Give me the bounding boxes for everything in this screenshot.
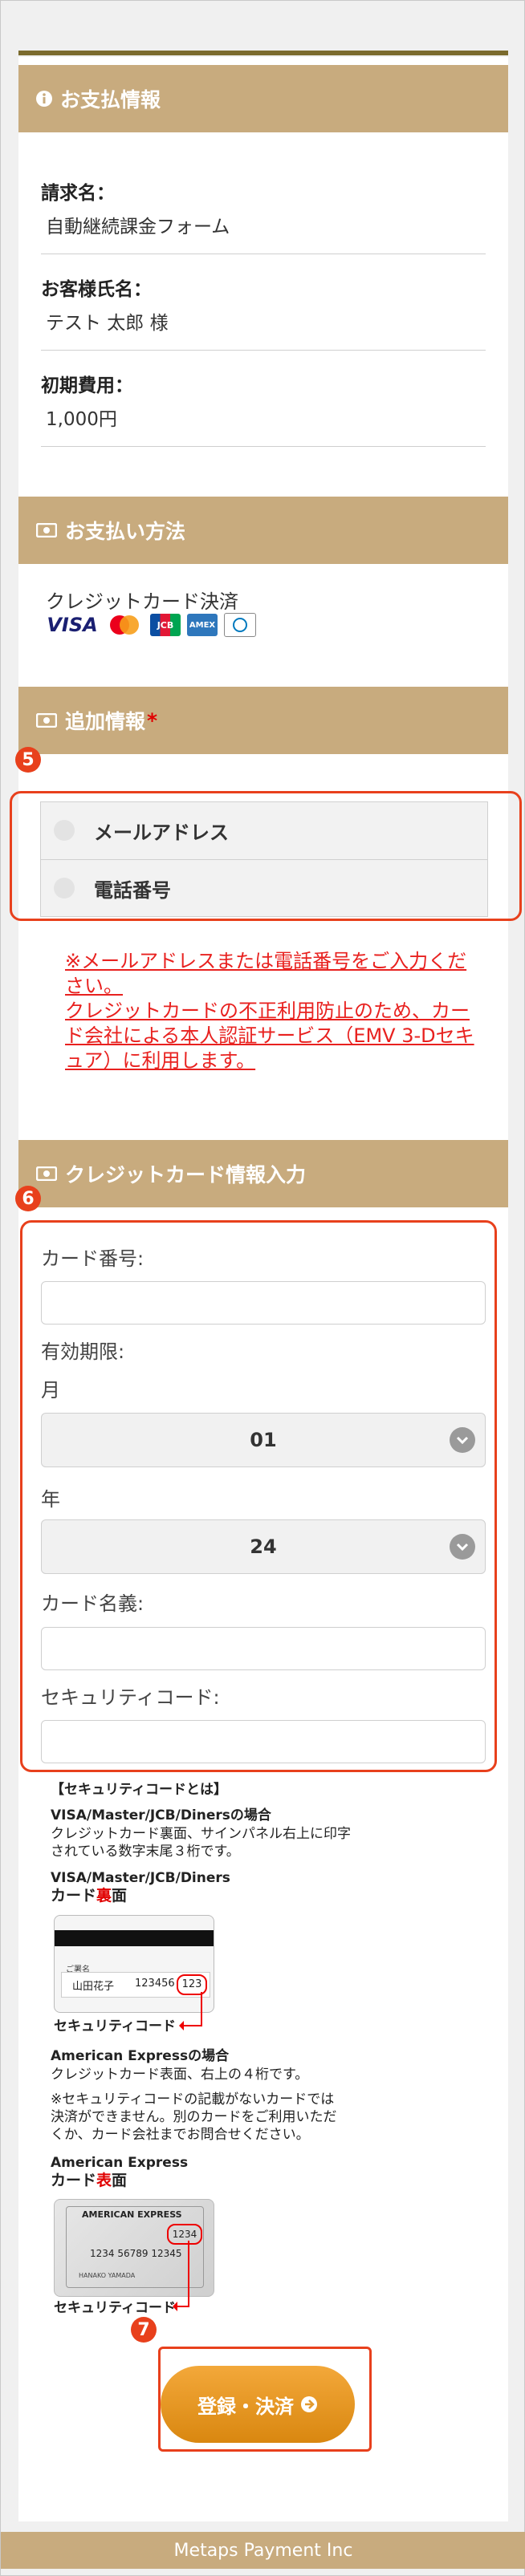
top-accent-bar (18, 51, 508, 55)
magnetic-stripe (55, 1930, 214, 1946)
footer-text: Metaps Payment Inc (173, 2540, 353, 2561)
divider (41, 446, 486, 447)
page-frame: お支払情報 請求名： 自動継続課金フォーム お客様氏名： テスト 太郎 様 初期… (0, 0, 525, 2576)
money-icon (36, 1166, 57, 1181)
notice-line-2: クレジットカードの不正利用防止のため、カード会社による本人認証サービス（EMV … (65, 1000, 474, 1072)
amex-card-holder: HANAKO YAMADA (79, 2272, 136, 2279)
additional-info-header: 追加情報 * (18, 687, 508, 754)
card-brand-logos: VISA JCB AMEX (46, 613, 256, 637)
initial-fee-label: 初期費用： (41, 375, 133, 396)
visa-help-text-1: クレジットカード裏面、サインパネル右上に印字 (51, 1826, 351, 1842)
card-input-header: クレジットカード情報入力 (18, 1140, 508, 1207)
payment-info-header: お支払情報 (18, 65, 508, 132)
required-mark: * (147, 708, 158, 732)
diners-icon (224, 613, 256, 637)
amex-caption: American Express (51, 2155, 189, 2171)
money-icon (36, 713, 57, 728)
payment-method-value: クレジットカード決済 (46, 590, 238, 613)
customer-name-label: お客様氏名： (41, 279, 152, 300)
info-icon (36, 91, 52, 107)
amex-help-heading: American Expressの場合 (51, 2048, 230, 2064)
visa-icon: VISA (47, 614, 98, 636)
amex-note-3: くか、カード会社までお問合せください。 (51, 2127, 310, 2143)
visa-code-caption: セキュリティコード (54, 2018, 176, 2034)
initial-fee-value: 1,000円 (46, 409, 117, 430)
step-5-badge: 5 (15, 747, 41, 773)
contact-notice: ※メールアドレスまたは電話番号をご入力ください。 クレジットカードの不正利用防止… (65, 949, 474, 1073)
visa-help-heading: VISA/Master/JCB/Dinersの場合 (51, 1807, 271, 1823)
card-signature-name: 山田花子 (72, 1981, 115, 1993)
card-input-title: クレジットカード情報入力 (65, 1163, 307, 1187)
step-7-badge: 7 (131, 2317, 157, 2343)
amex-code-caption: セキュリティコード (54, 2300, 176, 2316)
highlight-card-input (20, 1220, 497, 1772)
card-signature-digits: 123456 (135, 1978, 175, 1990)
footer: Metaps Payment Inc (1, 2532, 525, 2569)
additional-info-title: 追加情報 (65, 710, 146, 733)
notice-line-1: ※メールアドレスまたは電話番号をご入力ください。 (65, 950, 467, 997)
mastercard-icon (105, 614, 144, 636)
amex-icon: AMEX (187, 614, 218, 636)
amex-card-brand: AMERICAN EXPRESS (82, 2209, 182, 2220)
highlight-additional-info (10, 791, 522, 921)
payment-method-title: お支払い方法 (65, 520, 186, 543)
billing-name-value: 自動継続課金フォーム (46, 217, 230, 237)
payment-info-title: お支払情報 (60, 88, 161, 112)
code-pointer-arrow (173, 2241, 189, 2311)
step-6-badge: 6 (15, 1186, 41, 1211)
visa-caption: VISA/Master/JCB/Diners (51, 1870, 230, 1886)
jcb-icon: JCB (150, 614, 181, 636)
payment-method-header: お支払い方法 (18, 497, 508, 564)
money-icon (36, 523, 57, 538)
amex-card-number: 1234 56789 12345 (90, 2248, 182, 2259)
visa-card-side: カード裏面 (51, 1887, 128, 1905)
amex-note-2: 決済ができません。別のカードをご利用いただ (51, 2109, 337, 2125)
visa-help-text-2: されている数字末尾３桁です。 (51, 1844, 240, 1860)
amex-help-text: クレジットカード表面、右上の４桁です。 (51, 2067, 309, 2083)
highlight-submit (158, 2347, 372, 2452)
billing-name-label: 請求名： (41, 183, 115, 204)
divider (41, 350, 486, 351)
code-pointer-arrow (179, 1992, 202, 2030)
customer-name-value: テスト 太郎 様 (46, 313, 169, 334)
security-help-title: 【セキュリティコードとは】 (51, 1782, 227, 1798)
amex-card-side: カード表面 (51, 2172, 128, 2189)
amex-note-1: ※セキュリティコードの記載がないカードでは (51, 2091, 335, 2107)
